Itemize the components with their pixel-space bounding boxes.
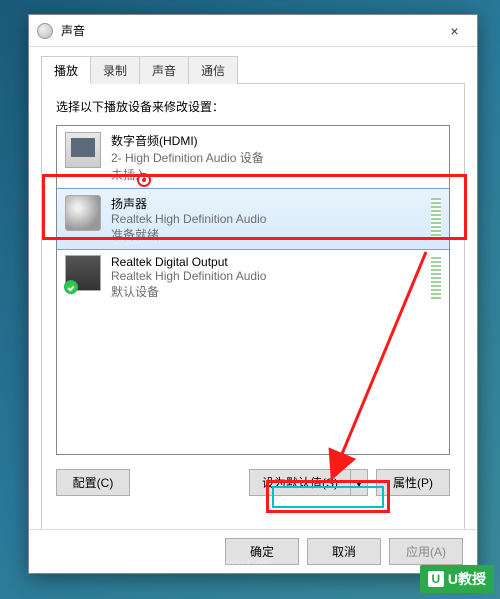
annotation-red-dot-icon — [137, 173, 151, 187]
tab-recording[interactable]: 录制 — [90, 56, 140, 84]
device-name: Realtek Digital Output — [111, 255, 417, 269]
digital-output-icon — [65, 255, 101, 291]
monitor-icon — [65, 132, 101, 168]
cancel-button[interactable]: 取消 — [307, 538, 381, 565]
tab-communications[interactable]: 通信 — [188, 56, 238, 84]
dialog-bottom-bar: 确定 取消 应用(A) — [29, 529, 477, 573]
tab-strip: 播放 录制 声音 通信 — [41, 55, 465, 84]
device-listbox[interactable]: 数字音频(HDMI) 2- High Definition Audio 设备 未… — [56, 125, 450, 455]
device-item-hdmi[interactable]: 数字音频(HDMI) 2- High Definition Audio 设备 未… — [57, 126, 449, 189]
device-status: 未插入 — [111, 166, 441, 183]
device-status: 准备就绪 — [111, 226, 417, 243]
device-driver: 2- High Definition Audio 设备 — [111, 149, 441, 166]
set-default-dropdown-button[interactable]: ▼ — [350, 469, 368, 496]
level-meter-icon — [431, 198, 441, 240]
device-buttons-row: 配置(C) 设为默认值(S) ▼ 属性(P) — [56, 469, 450, 496]
properties-button[interactable]: 属性(P) — [376, 469, 450, 496]
tab-sounds[interactable]: 声音 — [139, 56, 189, 84]
tab-playback[interactable]: 播放 — [41, 56, 91, 84]
device-driver: Realtek High Definition Audio — [111, 212, 417, 226]
device-driver: Realtek High Definition Audio — [111, 269, 417, 283]
chevron-down-icon: ▼ — [355, 479, 364, 489]
apply-button[interactable]: 应用(A) — [389, 538, 463, 565]
sound-dialog: 声音 × 播放 录制 声音 通信 选择以下播放设备来修改设置： 数字音频(HDM… — [28, 14, 478, 574]
set-default-button[interactable]: 设为默认值(S) — [249, 469, 350, 496]
device-name: 数字音频(HDMI) — [111, 132, 441, 149]
set-default-split-button[interactable]: 设为默认值(S) ▼ — [249, 469, 368, 496]
window-title: 声音 — [61, 22, 432, 39]
configure-button[interactable]: 配置(C) — [56, 469, 130, 496]
speaker-system-icon — [37, 23, 53, 39]
device-item-speaker[interactable]: 扬声器 Realtek High Definition Audio 准备就绪 — [56, 188, 450, 250]
device-item-digital[interactable]: Realtek Digital Output Realtek High Defi… — [57, 249, 449, 306]
titlebar[interactable]: 声音 × — [29, 15, 477, 47]
speaker-icon — [65, 195, 101, 231]
playback-tabpage: 选择以下播放设备来修改设置： 数字音频(HDMI) 2- High Defini… — [41, 84, 465, 556]
device-name: 扬声器 — [111, 195, 417, 212]
device-status: 默认设备 — [111, 283, 417, 300]
level-meter-icon — [431, 257, 441, 299]
ok-button[interactable]: 确定 — [225, 538, 299, 565]
default-check-icon — [64, 280, 78, 294]
close-button[interactable]: × — [432, 16, 477, 46]
instruction-text: 选择以下播放设备来修改设置： — [56, 98, 450, 115]
